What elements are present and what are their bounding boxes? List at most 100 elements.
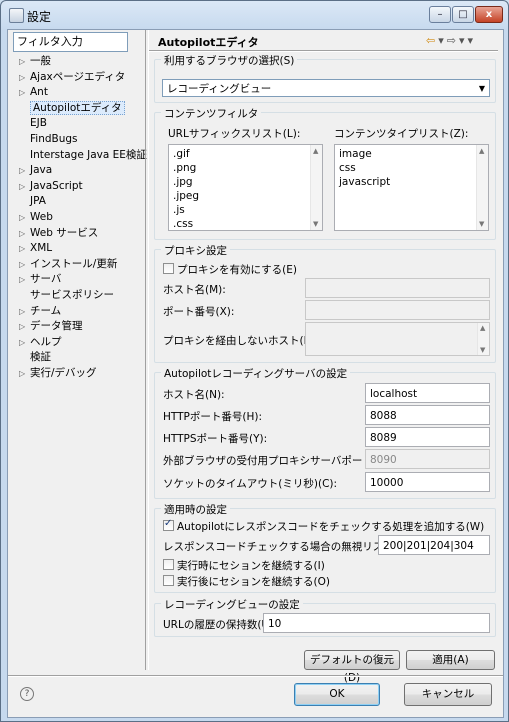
url-suffix-item[interactable]: .js <box>169 203 322 217</box>
footer-separator <box>8 675 503 677</box>
continue-session-run-checkbox[interactable] <box>163 559 174 570</box>
url-suffix-item[interactable]: .png <box>169 161 322 175</box>
ignore-list-label: レスポンスコードチェックする場合の無視リスト(F) <box>163 541 409 553</box>
tree-item[interactable]: ▷ Java <box>8 163 145 179</box>
close-button[interactable]: x <box>475 6 503 23</box>
content-type-list[interactable]: image css javascript ▲ ▼ <box>334 144 489 231</box>
expand-arrow-icon[interactable]: ▷ <box>19 70 27 86</box>
url-suffix-scrollbar[interactable]: ▲ ▼ <box>310 145 322 230</box>
socket-timeout-field[interactable]: 10000 <box>365 472 490 492</box>
tree-item[interactable]: ▷ チーム <box>8 304 145 320</box>
url-suffix-item[interactable]: .jpeg <box>169 189 322 203</box>
tree-item[interactable]: Interstage Java EE検証 <box>8 148 147 164</box>
tree-item[interactable]: 検証 <box>8 350 145 366</box>
tree-item[interactable]: ▷ ヘルプ <box>8 335 145 351</box>
tree-item[interactable]: サービスポリシー <box>8 288 145 304</box>
tree-item[interactable]: ▷ 実行/デバッグ <box>8 366 145 382</box>
tree-item[interactable]: ▷ XML <box>8 241 145 257</box>
restore-defaults-button[interactable]: デフォルトの復元(D) <box>304 650 400 684</box>
tree-item[interactable]: ▷ 一般 <box>8 54 145 70</box>
continue-session-run-label: 実行時にセションを継続する(I) <box>177 560 325 572</box>
content-type-item[interactable]: css <box>335 161 488 175</box>
scroll-up-icon[interactable]: ▲ <box>479 147 484 155</box>
splitter[interactable] <box>145 30 149 670</box>
cancel-button[interactable]: キャンセル <box>404 683 492 706</box>
history-count-field[interactable]: 10 <box>263 613 490 633</box>
filter-input[interactable] <box>13 32 128 52</box>
tree-item[interactable]: ▷ サーバ <box>8 272 145 288</box>
enable-proxy-checkbox[interactable] <box>163 263 174 274</box>
expand-arrow-icon[interactable]: ▷ <box>19 257 27 273</box>
back-menu-icon[interactable]: ▾ <box>438 34 447 47</box>
browser-select[interactable]: レコーディングビュー ▼ <box>162 79 490 97</box>
view-menu-icon[interactable]: ▾ <box>468 34 477 47</box>
view-settings-group-label: レコーディングビューの設定 <box>161 597 303 612</box>
tree-item[interactable]: ▷ インストール/更新 <box>8 257 145 273</box>
enable-proxy-label: プロキシを有効にする(E) <box>177 264 297 276</box>
tree-item[interactable]: ▷ Web <box>8 210 145 226</box>
no-proxy-hosts-label: プロキシを経由しないホスト(B): <box>163 335 319 347</box>
expand-arrow-icon[interactable]: ▷ <box>19 241 27 257</box>
expand-arrow-icon[interactable]: ▷ <box>19 319 27 335</box>
expand-arrow-icon[interactable]: ▷ <box>19 272 27 288</box>
expand-arrow-icon[interactable]: ▷ <box>19 163 27 179</box>
url-suffix-item[interactable]: .jpg <box>169 175 322 189</box>
window-app-icon <box>9 8 24 23</box>
tree-item[interactable]: ▷ Ant <box>8 85 145 101</box>
url-suffix-item[interactable]: .gif <box>169 147 322 161</box>
expand-arrow-icon[interactable]: ▷ <box>19 54 27 70</box>
expand-arrow-icon[interactable]: ▷ <box>19 226 27 242</box>
expand-arrow-icon[interactable]: ▷ <box>19 366 27 382</box>
tree-item[interactable]: ▷ Web サービス <box>8 226 145 242</box>
tree-item[interactable]: ▷ JavaScript <box>8 179 145 195</box>
tree-item-label: 一般 <box>30 55 51 67</box>
content-type-item[interactable]: javascript <box>335 175 488 189</box>
expand-arrow-icon[interactable]: ▷ <box>19 304 27 320</box>
tree-item-label: FindBugs <box>30 132 78 145</box>
browser-select-value: レコーディングビュー <box>167 83 272 95</box>
http-port-label: HTTPポート番号(H): <box>163 411 262 423</box>
forward-menu-icon[interactable]: ▾ <box>459 34 468 47</box>
scroll-down-icon[interactable]: ▼ <box>313 220 318 228</box>
tree-item-label: EJB <box>30 117 47 130</box>
tree-item[interactable]: ▷ Ajaxページエディタ <box>8 70 145 86</box>
maximize-button[interactable]: □ <box>452 6 474 23</box>
title-bar[interactable]: 設定 – □ x <box>1 1 508 29</box>
server-host-field[interactable]: localhost <box>365 383 490 403</box>
forward-arrow-icon[interactable]: ⇨ <box>447 34 459 47</box>
tree-item[interactable]: JPA <box>8 194 145 210</box>
help-icon[interactable]: ? <box>20 687 34 701</box>
expand-arrow-icon[interactable]: ▷ <box>19 335 27 351</box>
expand-arrow-icon[interactable]: ▷ <box>19 179 27 195</box>
scroll-down-icon[interactable]: ▼ <box>479 220 484 228</box>
tree-item-label: サービスポリシー <box>30 288 114 301</box>
back-arrow-icon[interactable]: ⇦ <box>426 34 438 47</box>
tree-item[interactable]: EJB <box>8 116 145 132</box>
tree-item-label: サーバ <box>30 273 62 286</box>
https-port-field[interactable]: 8089 <box>365 427 490 447</box>
expand-arrow-icon[interactable]: ▷ <box>19 85 27 101</box>
ignore-list-field[interactable]: 200|201|204|304 <box>378 535 490 555</box>
ok-button[interactable]: OK <box>294 683 380 706</box>
tree-item-label: Java <box>30 164 53 177</box>
tree-item[interactable]: Autopilotエディタ <box>8 100 145 117</box>
expand-arrow-icon[interactable]: ▷ <box>19 210 27 226</box>
tree-item-label: 実行/デバッグ <box>30 366 97 379</box>
dialog-client-area: ▷一般▷Ajaxページエディタ▷AntAutopilotエディタEJBFindB… <box>7 29 504 718</box>
url-suffix-item[interactable]: .css <box>169 217 322 230</box>
scroll-up-icon[interactable]: ▲ <box>313 147 318 155</box>
tree-item[interactable]: FindBugs <box>8 132 145 148</box>
minimize-button[interactable]: – <box>429 6 451 23</box>
url-suffix-list[interactable]: .gif .png .jpg .jpeg .js .css ▲ ▼ <box>168 144 323 231</box>
content-type-item[interactable]: image <box>335 147 488 161</box>
apply-button[interactable]: 適用(A) <box>406 650 495 670</box>
content-filter-group-label: コンテンツフィルタ <box>161 106 262 121</box>
http-port-field[interactable]: 8088 <box>365 405 490 425</box>
tree-item[interactable]: ▷ データ管理 <box>8 319 145 335</box>
check-response-checkbox[interactable] <box>163 518 174 531</box>
url-suffix-label: URLサフィックスリスト(L): <box>168 128 301 140</box>
tree-item-label: データ管理 <box>30 320 83 333</box>
continue-session-after-checkbox[interactable] <box>163 575 174 586</box>
content-type-scrollbar[interactable]: ▲ ▼ <box>476 145 488 230</box>
preferences-tree[interactable]: ▷ 一般 ▷ Ajaxページエディタ ▷ Ant Autopilotエディタ EJB FindB… <box>8 54 147 382</box>
